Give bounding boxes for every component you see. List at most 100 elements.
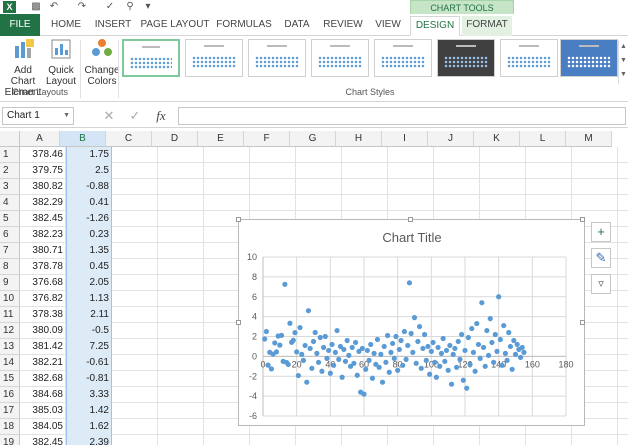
resize-handle[interactable] <box>408 217 413 222</box>
cell-a[interactable]: 382.23 <box>20 227 66 243</box>
row-header[interactable]: 16 <box>0 387 20 403</box>
column-header-e[interactable]: E <box>198 131 244 147</box>
row-header[interactable]: 12 <box>0 323 20 339</box>
cell-b[interactable]: 3.33 <box>66 387 112 403</box>
save-icon[interactable]: ▩ <box>30 1 42 13</box>
cell-b[interactable]: 1.42 <box>66 403 112 419</box>
cell-a[interactable]: 380.71 <box>20 243 66 259</box>
cell-b[interactable]: -0.88 <box>66 179 112 195</box>
styles-gallery-scroll[interactable]: ▲ ▼ ▼ <box>618 40 628 84</box>
cell-b[interactable]: 0.23 <box>66 227 112 243</box>
cell-a[interactable]: 378.38 <box>20 307 66 323</box>
row-header[interactable]: 3 <box>0 179 20 195</box>
cell-b[interactable]: 2.11 <box>66 307 112 323</box>
tab-data[interactable]: DATA <box>278 16 316 36</box>
row-header[interactable]: 13 <box>0 339 20 355</box>
chart-style-3[interactable] <box>248 39 306 77</box>
cell-a[interactable]: 381.42 <box>20 339 66 355</box>
cell-b[interactable]: -0.81 <box>66 371 112 387</box>
column-header-h[interactable]: H <box>336 131 382 147</box>
column-header-m[interactable]: M <box>566 131 612 147</box>
cell-a[interactable]: 382.45 <box>20 435 66 445</box>
cell-b[interactable]: 1.35 <box>66 243 112 259</box>
chart-style-1[interactable] <box>122 39 180 77</box>
row-header[interactable]: 4 <box>0 195 20 211</box>
scatter-chart[interactable]: Chart Title -6 -4 -2 0 2 4 6 8 10 0 20 40 60 80 100 120 1… <box>238 219 585 426</box>
quick-layout-button[interactable]: Quick Layout <box>46 38 76 87</box>
cell-b[interactable]: -0.5 <box>66 323 112 339</box>
cell-a[interactable]: 384.05 <box>20 419 66 435</box>
cell-a[interactable]: 379.75 <box>20 163 66 179</box>
chart-style-8[interactable] <box>560 39 618 77</box>
cell-b[interactable]: 0.41 <box>66 195 112 211</box>
cell-a[interactable]: 382.29 <box>20 195 66 211</box>
cell-b[interactable]: 2.39 <box>66 435 112 445</box>
cell-a[interactable]: 378.46 <box>20 147 66 163</box>
cell-a[interactable]: 380.09 <box>20 323 66 339</box>
name-box-dropdown-icon[interactable]: ▼ <box>63 108 70 124</box>
tab-formulas[interactable]: FORMULAS <box>214 16 274 36</box>
cell-b[interactable]: 7.25 <box>66 339 112 355</box>
column-header-c[interactable]: C <box>106 131 152 147</box>
row-header[interactable]: 5 <box>0 211 20 227</box>
tab-format[interactable]: FORMAT <box>462 16 512 36</box>
row-header[interactable]: 14 <box>0 355 20 371</box>
change-colors-button[interactable]: Change Colors <box>84 38 120 87</box>
chart-style-4[interactable] <box>311 39 369 77</box>
cell-a[interactable]: 376.82 <box>20 291 66 307</box>
print-preview-icon[interactable]: ⚲ <box>124 1 136 13</box>
row-header[interactable]: 2 <box>0 163 20 179</box>
chart-style-7[interactable] <box>500 39 558 77</box>
column-header-l[interactable]: L <box>520 131 566 147</box>
cell-a[interactable]: 384.68 <box>20 387 66 403</box>
column-header-b[interactable]: B <box>60 131 106 147</box>
cell-b[interactable]: 1.75 <box>66 147 112 163</box>
cell-b[interactable]: 0.45 <box>66 259 112 275</box>
column-header-i[interactable]: I <box>382 131 428 147</box>
insert-function-icon[interactable]: fx <box>152 107 170 125</box>
cell-a[interactable]: 385.03 <box>20 403 66 419</box>
tab-file[interactable]: FILE <box>0 14 40 36</box>
chart-style-5[interactable] <box>374 39 432 77</box>
chart-styles-brush-icon[interactable]: ✎ <box>591 248 611 268</box>
tab-insert[interactable]: INSERT <box>90 16 136 36</box>
column-header-f[interactable]: F <box>244 131 290 147</box>
cell-a[interactable]: 382.21 <box>20 355 66 371</box>
chart-elements-button[interactable]: + <box>591 222 611 242</box>
cell-b[interactable]: 2.05 <box>66 275 112 291</box>
cell-b[interactable]: 1.62 <box>66 419 112 435</box>
tab-page-layout[interactable]: PAGE LAYOUT <box>140 16 210 36</box>
column-header-g[interactable]: G <box>290 131 336 147</box>
cancel-icon[interactable]: ✕ <box>100 107 118 125</box>
row-header[interactable]: 10 <box>0 291 20 307</box>
tab-review[interactable]: REVIEW <box>320 16 366 36</box>
resize-handle[interactable] <box>236 217 241 222</box>
cell-a[interactable]: 382.45 <box>20 211 66 227</box>
customize-qat-icon[interactable]: ▾ <box>142 1 154 13</box>
cell-a[interactable]: 376.68 <box>20 275 66 291</box>
row-header[interactable]: 11 <box>0 307 20 323</box>
row-header[interactable]: 15 <box>0 371 20 387</box>
select-all-corner[interactable] <box>0 131 20 147</box>
column-header-a[interactable]: A <box>20 131 60 147</box>
chart-style-2[interactable] <box>185 39 243 77</box>
cell-a[interactable]: 380.82 <box>20 179 66 195</box>
cell-a[interactable]: 382.68 <box>20 371 66 387</box>
spelling-icon[interactable]: ✓ <box>104 1 116 13</box>
undo-icon[interactable]: ↶ <box>48 1 60 13</box>
column-header-k[interactable]: K <box>474 131 520 147</box>
cell-b[interactable]: -1.26 <box>66 211 112 227</box>
row-header[interactable]: 18 <box>0 419 20 435</box>
formula-input[interactable] <box>178 107 626 125</box>
row-header[interactable]: 8 <box>0 259 20 275</box>
resize-handle[interactable] <box>580 320 585 325</box>
row-header[interactable]: 17 <box>0 403 20 419</box>
redo-icon[interactable]: ↷ <box>76 1 88 13</box>
row-header[interactable]: 1 <box>0 147 20 163</box>
column-header-d[interactable]: D <box>152 131 198 147</box>
row-header[interactable]: 19 <box>0 435 20 445</box>
tab-home[interactable]: HOME <box>46 16 86 36</box>
row-header[interactable]: 9 <box>0 275 20 291</box>
chart-filters-icon[interactable]: ▿ <box>591 274 611 294</box>
row-header[interactable]: 7 <box>0 243 20 259</box>
